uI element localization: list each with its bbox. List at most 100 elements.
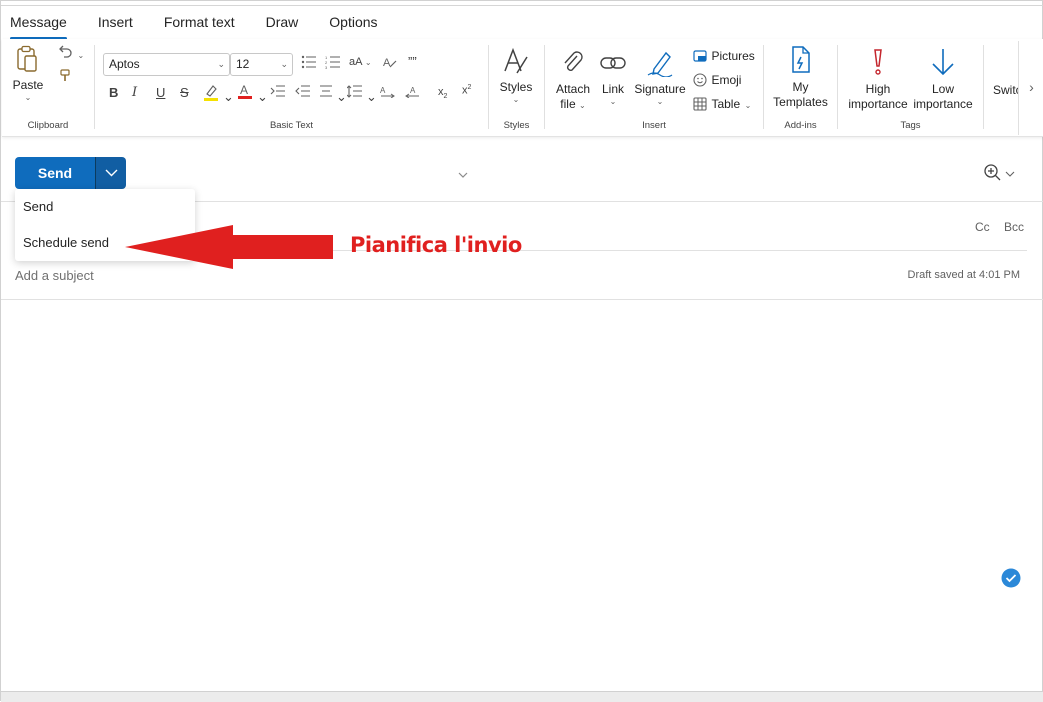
- pictures-button[interactable]: Pictures: [693, 47, 763, 65]
- chevron-down-icon: ⌄: [217, 59, 225, 69]
- font-color-icon: A: [238, 83, 252, 99]
- styles-group: Styles ⌄ Styles: [489, 39, 544, 137]
- line-spacing-icon[interactable]: [346, 85, 363, 101]
- styles-label: Styles: [499, 80, 533, 94]
- ribbon-scroll-right-icon[interactable]: ›: [1018, 41, 1043, 135]
- my-templates-button[interactable]: My Templates: [770, 45, 831, 110]
- format-painter-button[interactable]: [59, 69, 71, 88]
- quote-icon[interactable]: ””: [408, 54, 417, 69]
- low-importance-button[interactable]: Low importance: [912, 47, 974, 112]
- svg-text:A: A: [240, 83, 248, 97]
- signature-icon: [647, 51, 673, 78]
- attach-label-2: file ⌄: [553, 97, 593, 113]
- pictures-icon: [693, 50, 707, 62]
- message-body[interactable]: [1, 300, 1043, 690]
- chevron-down-icon[interactable]: ⌄: [366, 89, 377, 105]
- emoji-icon: [693, 73, 707, 87]
- styles-button[interactable]: Styles ⌄: [495, 47, 537, 104]
- strikethrough-button[interactable]: S: [180, 85, 189, 100]
- styles-group-label: Styles: [503, 120, 530, 131]
- chevron-down-icon[interactable]: [457, 167, 469, 185]
- bcc-button[interactable]: Bcc: [1004, 220, 1024, 234]
- table-icon: [693, 97, 707, 111]
- table-button[interactable]: Table ⌄: [693, 95, 763, 113]
- high-importance-label-1: High: [865, 82, 891, 96]
- link-label: Link: [601, 82, 624, 96]
- basic-text-group: Aptos ⌄ 12 ⌄ 123 aA ⌄ A ”” B I U S ⌄ A ⌄…: [95, 39, 488, 137]
- emoji-button[interactable]: Emoji: [693, 71, 763, 89]
- change-case-icon[interactable]: aA ⌄: [349, 56, 372, 68]
- subject-input[interactable]: Add a subject: [15, 268, 94, 283]
- attach-file-button[interactable]: Attach file ⌄: [553, 49, 593, 113]
- tab-insert[interactable]: Insert: [98, 6, 133, 40]
- superscript-button[interactable]: x2: [462, 84, 471, 97]
- paperclip-icon: [564, 51, 583, 71]
- paste-button[interactable]: Paste ⌄: [10, 45, 46, 102]
- chevron-down-icon[interactable]: ⌄: [223, 89, 234, 105]
- tab-draw[interactable]: Draw: [266, 6, 299, 40]
- paste-icon: [17, 45, 37, 72]
- chevron-down-icon: ⌄: [656, 97, 664, 106]
- send-options-button[interactable]: [95, 157, 126, 189]
- checkmark-icon[interactable]: [1001, 568, 1021, 588]
- tab-options[interactable]: Options: [329, 6, 377, 40]
- menu-item-send[interactable]: Send: [15, 189, 195, 225]
- format-painter-icon: [60, 69, 70, 81]
- my-templates-label-1: My: [792, 80, 809, 94]
- svg-text:A: A: [380, 86, 386, 95]
- font-color-button[interactable]: A: [238, 82, 252, 103]
- signature-button[interactable]: Signature ⌄: [633, 49, 687, 106]
- align-icon[interactable]: [319, 85, 333, 100]
- send-button[interactable]: Send: [15, 157, 95, 189]
- font-name-select[interactable]: Aptos ⌄: [103, 53, 230, 76]
- high-importance-button[interactable]: High importance: [846, 47, 910, 112]
- chevron-down-icon[interactable]: ⌄: [257, 89, 268, 105]
- attach-label: Attach: [555, 82, 591, 96]
- tags-group: High importance Low importance Tags: [838, 39, 983, 137]
- low-importance-label-1: Low: [931, 82, 954, 96]
- bullets-icon[interactable]: [301, 55, 317, 72]
- ribbon-tabs: Message Insert Format text Draw Options: [1, 5, 1043, 40]
- templates-icon: [791, 46, 810, 73]
- pictures-label: Pictures: [711, 49, 755, 63]
- svg-text:A: A: [383, 57, 391, 69]
- insert-group-label: Insert: [642, 120, 666, 131]
- zoom-button[interactable]: [983, 163, 1017, 190]
- emoji-label: Emoji: [711, 73, 742, 87]
- undo-icon: [59, 45, 72, 58]
- cc-button[interactable]: Cc: [975, 220, 990, 234]
- chevron-down-icon: ⌄: [24, 93, 32, 102]
- undo-button[interactable]: ⌄: [57, 44, 89, 63]
- decrease-indent-icon[interactable]: [270, 85, 286, 100]
- bold-button[interactable]: B: [109, 85, 118, 100]
- tab-format-text[interactable]: Format text: [164, 6, 235, 40]
- link-icon: [600, 57, 626, 69]
- highlight-button[interactable]: [203, 83, 219, 104]
- link-button[interactable]: Link ⌄: [597, 49, 629, 106]
- zoom-in-icon: [984, 164, 1015, 181]
- clipboard-group-label: Clipboard: [27, 120, 69, 131]
- numbering-icon[interactable]: 123: [325, 55, 341, 72]
- rtl-icon[interactable]: A: [404, 85, 420, 101]
- annotation-arrow: [125, 225, 333, 269]
- italic-button[interactable]: I: [132, 85, 137, 100]
- ltr-icon[interactable]: A: [380, 85, 396, 101]
- exclamation-icon: [874, 49, 882, 75]
- tab-message[interactable]: Message: [10, 6, 67, 40]
- subscript-button[interactable]: x2: [438, 86, 447, 100]
- draft-status: Draft saved at 4:01 PM: [907, 269, 1021, 281]
- font-size-select[interactable]: 12 ⌄: [230, 53, 293, 76]
- attach-file-label: file: [560, 97, 576, 111]
- styles-icon: [504, 47, 528, 74]
- paste-label: Paste: [12, 78, 44, 92]
- svg-text:A: A: [410, 86, 416, 95]
- chevron-down-icon[interactable]: ⌄: [336, 89, 347, 105]
- underline-button[interactable]: U: [156, 85, 165, 100]
- chevron-down-icon: ⌄: [512, 95, 520, 104]
- clear-formatting-icon[interactable]: A: [383, 55, 397, 72]
- chevron-down-icon: ⌄: [280, 59, 288, 69]
- annotation-label: Pianifica l'invio: [350, 233, 522, 257]
- increase-indent-icon[interactable]: [295, 85, 311, 100]
- bottom-bar: [1, 691, 1043, 702]
- my-templates-label-2: Templates: [773, 95, 828, 109]
